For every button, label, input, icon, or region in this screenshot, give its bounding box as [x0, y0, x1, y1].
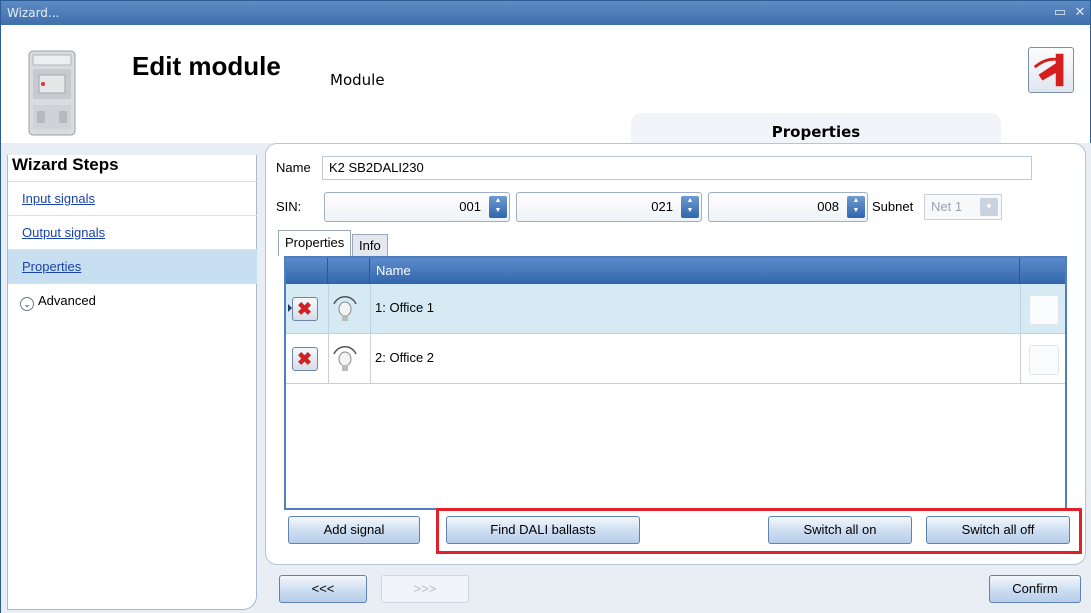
restore-icon[interactable]: ▭ — [1052, 5, 1068, 21]
grid-header-cell — [286, 258, 328, 284]
properties-panel: Name K2 SB2DALI230 SIN: 001 ▲ ▼ 021 ▲ ▼ 00… — [265, 143, 1086, 565]
add-signal-button[interactable]: Add signal — [288, 516, 420, 544]
subnet-value: Net 1 — [931, 199, 963, 214]
row-switch-button[interactable] — [1029, 295, 1059, 325]
step-properties[interactable]: Properties — [8, 249, 257, 283]
row-name: 2: Office 2 — [375, 350, 435, 365]
grid-header-cell — [328, 258, 370, 284]
step-advanced-label: Advanced — [38, 293, 96, 308]
delete-icon: ✖ — [297, 299, 313, 319]
table-row[interactable]: ✖ 2: Office 2 — [286, 334, 1065, 384]
name-field[interactable]: K2 SB2DALI230 — [322, 156, 1032, 180]
confirm-button[interactable]: Confirm — [989, 575, 1081, 603]
grid-header-name[interactable]: Name — [370, 258, 1020, 284]
next-button[interactable]: >>> — [381, 575, 469, 603]
sin-field-1[interactable]: 001 ▲ ▼ — [324, 192, 510, 222]
lightbulb-icon — [333, 346, 357, 371]
column-divider — [1020, 284, 1021, 334]
sin-field-3[interactable]: 008 ▲ ▼ — [708, 192, 868, 222]
brand-logo-button[interactable] — [1028, 47, 1074, 93]
brand-logo-icon — [1033, 53, 1064, 87]
column-divider — [328, 284, 329, 334]
module-device-icon — [28, 50, 76, 136]
delete-button[interactable]: ✖ — [292, 297, 318, 321]
column-divider — [370, 284, 371, 334]
chevron-down-icon: ⌄ — [20, 297, 34, 311]
spin-arrows-icon[interactable]: ▲ ▼ — [847, 196, 865, 218]
wizard-window: Wizard... ▭ ✕ Edit module Module Propert… — [0, 0, 1091, 613]
subnet-select[interactable]: Net 1 ▼ — [924, 194, 1002, 220]
step-input-signals[interactable]: Input signals — [8, 181, 257, 215]
sin-value-3: 008 — [817, 199, 839, 214]
delete-button[interactable]: ✖ — [292, 347, 318, 371]
dropdown-arrow-icon: ▼ — [980, 198, 998, 216]
highlight-annotation — [436, 508, 1082, 554]
column-divider — [370, 334, 371, 384]
name-label: Name — [276, 160, 311, 175]
sin-field-2[interactable]: 021 ▲ ▼ — [516, 192, 702, 222]
wizard-steps-panel: Wizard Steps Input signals Output signal… — [7, 155, 257, 610]
properties-header-tab: Properties — [631, 113, 1001, 143]
subnet-label: Subnet — [872, 199, 914, 214]
window-title: Wizard... — [7, 6, 60, 20]
title-bar: Wizard... ▭ ✕ — [1, 1, 1090, 25]
tab-info[interactable]: Info — [352, 234, 388, 256]
close-icon[interactable]: ✕ — [1072, 5, 1088, 21]
signals-grid: Name ✖ 1: Office 1 ✖ 2: Office 2 — [284, 256, 1067, 510]
step-output-signals[interactable]: Output signals — [8, 215, 257, 249]
row-switch-button[interactable] — [1029, 345, 1059, 375]
column-divider — [1020, 334, 1021, 384]
table-row[interactable]: ✖ 1: Office 1 — [286, 284, 1065, 334]
sin-value-2: 021 — [651, 199, 673, 214]
header: Edit module Module Properties — [1, 25, 1090, 143]
spin-arrows-icon[interactable]: ▲ ▼ — [681, 196, 699, 218]
delete-icon: ✖ — [297, 349, 313, 369]
back-button[interactable]: <<< — [279, 575, 367, 603]
sin-value-1: 001 — [459, 199, 481, 214]
body-area: Wizard Steps Input signals Output signal… — [1, 143, 1091, 613]
wizard-steps-title: Wizard Steps — [12, 155, 119, 174]
row-name: 1: Office 1 — [375, 300, 435, 315]
lightbulb-icon — [333, 296, 357, 321]
sin-label: SIN: — [276, 199, 302, 214]
column-divider — [328, 334, 329, 384]
page-title: Edit module — [132, 51, 281, 81]
tab-properties[interactable]: Properties — [278, 230, 352, 256]
page-subtitle: Module — [330, 71, 385, 89]
step-advanced[interactable]: ⌄ Advanced — [8, 283, 257, 317]
spin-arrows-icon[interactable]: ▲ ▼ — [489, 196, 507, 218]
grid-header: Name — [286, 258, 1065, 284]
